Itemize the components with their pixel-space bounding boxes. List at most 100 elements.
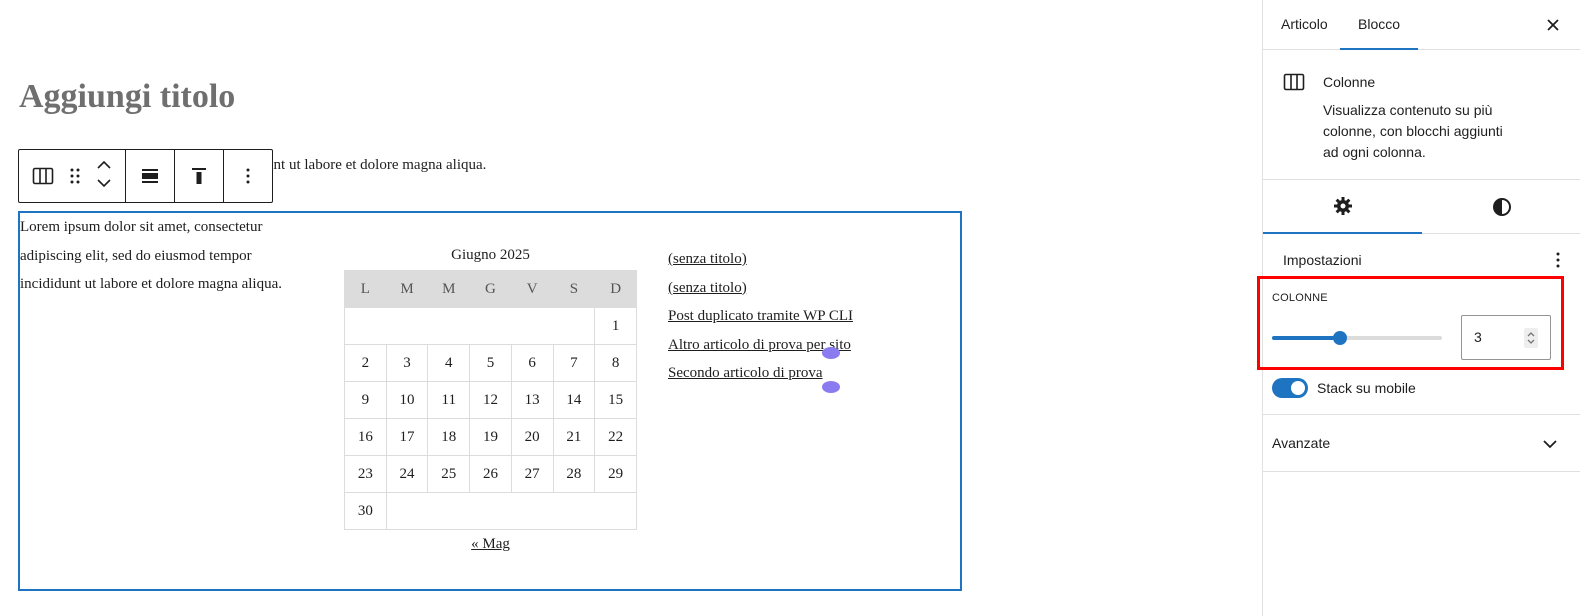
weekday-cell: V bbox=[510, 270, 554, 308]
block-mover bbox=[89, 154, 119, 198]
toolbar-group-align bbox=[126, 150, 175, 202]
toolbar-group-valign bbox=[175, 150, 224, 202]
settings-panel-header: Impostazioni bbox=[1263, 248, 1580, 276]
calendar-day-cell: 4 bbox=[427, 344, 471, 382]
columns-block[interactable]: Lorem ipsum dolor sit amet, consectetur … bbox=[18, 211, 962, 591]
calendar-day-cell: 13 bbox=[510, 381, 554, 419]
stack-on-mobile-row: Stack su mobile bbox=[1272, 377, 1416, 399]
calendar-day-cell: 18 bbox=[427, 418, 471, 456]
cursor-marker bbox=[822, 347, 840, 359]
tab-styles[interactable] bbox=[1422, 184, 1580, 234]
toggle-knob bbox=[1291, 381, 1305, 395]
calendar-day-cell: 24 bbox=[385, 455, 429, 493]
list-item: Post duplicato tramite WP CLI bbox=[668, 304, 853, 333]
calendar-widget: Giugno 2025 L M M G V S D 1 2 3 4 5 6 7 8 9 10 11 1… bbox=[344, 247, 637, 553]
calendar-day-cell bbox=[469, 492, 512, 530]
calendar-day-cell: 5 bbox=[469, 344, 512, 382]
calendar-day-cell: 21 bbox=[552, 418, 596, 456]
calendar-day-cell bbox=[594, 492, 637, 530]
columns-block-icon[interactable] bbox=[25, 154, 61, 198]
more-options-icon[interactable] bbox=[1555, 250, 1561, 275]
weekday-cell: S bbox=[552, 270, 596, 308]
calendar-day-cell: 16 bbox=[344, 418, 387, 456]
highlight-box bbox=[1257, 276, 1564, 370]
calendar-day-cell: 2 bbox=[344, 344, 387, 382]
move-down-icon[interactable] bbox=[96, 176, 112, 194]
tab-settings[interactable] bbox=[1263, 184, 1422, 234]
block-card: Colonne Visualizza contenuto su più colo… bbox=[1263, 50, 1580, 180]
close-icon[interactable] bbox=[1542, 14, 1564, 36]
calendar-day-cell: 7 bbox=[552, 344, 596, 382]
calendar-day-cell: 15 bbox=[594, 381, 637, 419]
drag-handle-icon[interactable] bbox=[61, 154, 89, 198]
stack-on-mobile-label: Stack su mobile bbox=[1317, 380, 1416, 396]
tab-articolo[interactable]: Articolo bbox=[1263, 0, 1346, 50]
calendar-caption: Giugno 2025 bbox=[451, 247, 530, 263]
gear-icon bbox=[1332, 195, 1354, 222]
advanced-label: Avanzate bbox=[1272, 435, 1331, 451]
toolbar-group-block bbox=[19, 150, 126, 202]
calendar-day-cell: 9 bbox=[344, 381, 387, 419]
weekday-cell: G bbox=[469, 270, 512, 308]
weekday-cell: D bbox=[594, 270, 637, 308]
calendar-day-cell: 14 bbox=[552, 381, 596, 419]
columns-block-icon bbox=[1283, 73, 1305, 96]
move-up-icon[interactable] bbox=[96, 158, 112, 176]
sidebar-tabs: Articolo Blocco bbox=[1263, 0, 1580, 50]
calendar-day-cell bbox=[427, 307, 470, 345]
calendar-day-cell bbox=[427, 492, 470, 530]
post-link[interactable]: Post duplicato tramite WP CLI bbox=[668, 308, 853, 324]
calendar-day-cell bbox=[469, 307, 512, 345]
advanced-panel-toggle[interactable]: Avanzate bbox=[1262, 414, 1580, 472]
calendar-day-cell: 10 bbox=[385, 381, 429, 419]
tab-blocco[interactable]: Blocco bbox=[1340, 0, 1419, 50]
post-title[interactable]: Aggiungi titolo bbox=[19, 78, 235, 116]
calendar-body: 1 2 3 4 5 6 7 8 9 10 11 12 13 14 15 16 17 18 19 20 21 22 23 24 2… bbox=[344, 307, 637, 530]
align-icon[interactable] bbox=[132, 154, 168, 198]
calendar-day-cell: 6 bbox=[510, 344, 554, 382]
calendar-day-cell: 3 bbox=[385, 344, 429, 382]
calendar-week-row: 23 24 25 26 27 28 29 bbox=[344, 455, 637, 493]
stack-on-mobile-toggle[interactable] bbox=[1272, 378, 1308, 398]
calendar-day-cell bbox=[553, 307, 595, 345]
column-1-paragraph[interactable]: Lorem ipsum dolor sit amet, consectetur … bbox=[20, 213, 310, 299]
editor-canvas: Aggiungi titolo scing elit, sed do eiusm… bbox=[0, 0, 1262, 616]
calendar-day-cell: 28 bbox=[552, 455, 596, 493]
calendar-day-cell: 17 bbox=[385, 418, 429, 456]
calendar-day-cell bbox=[511, 307, 554, 345]
calendar-day-cell: 29 bbox=[594, 455, 637, 493]
calendar-day-cell: 23 bbox=[344, 455, 387, 493]
calendar-day-cell: 30 bbox=[344, 492, 387, 530]
calendar-day-cell: 19 bbox=[469, 418, 512, 456]
calendar-week-row: 9 10 11 12 13 14 15 bbox=[344, 381, 637, 419]
calendar-day-cell: 20 bbox=[510, 418, 554, 456]
block-description: Visualizza contenuto su più colonne, con… bbox=[1323, 102, 1503, 160]
calendar-day-cell: 1 bbox=[594, 307, 637, 345]
calendar-week-row: 1 bbox=[344, 307, 637, 345]
calendar-day-cell: 11 bbox=[427, 381, 471, 419]
post-link[interactable]: (senza titolo) bbox=[668, 251, 747, 267]
calendar-day-cell: 27 bbox=[510, 455, 554, 493]
calendar-week-row: 30 bbox=[344, 492, 637, 530]
post-link[interactable]: Secondo articolo di prova bbox=[668, 365, 823, 381]
styles-icon bbox=[1491, 196, 1513, 223]
sidebar-subtabs bbox=[1263, 184, 1580, 234]
more-options-icon[interactable] bbox=[230, 154, 266, 198]
vertical-align-top-icon[interactable] bbox=[181, 154, 217, 198]
calendar-prev-link[interactable]: « Mag bbox=[471, 536, 510, 552]
toolbar-group-more bbox=[224, 150, 272, 202]
post-link[interactable]: (senza titolo) bbox=[668, 280, 747, 296]
calendar-weekday-row: L M M G V S D bbox=[344, 270, 637, 308]
list-item: (senza titolo) bbox=[668, 247, 853, 276]
recent-posts-list: (senza titolo) (senza titolo) Post dupli… bbox=[668, 247, 853, 390]
calendar-day-cell bbox=[344, 307, 387, 345]
calendar-day-cell: 8 bbox=[594, 344, 637, 382]
block-toolbar bbox=[18, 149, 273, 203]
calendar-week-row: 2345678 bbox=[344, 344, 637, 382]
calendar-day-cell: 12 bbox=[469, 381, 512, 419]
weekday-cell: M bbox=[427, 270, 471, 308]
calendar-day-cell: 22 bbox=[594, 418, 637, 456]
calendar-day-cell bbox=[386, 307, 428, 345]
weekday-cell: M bbox=[385, 270, 429, 308]
block-title: Colonne bbox=[1323, 74, 1376, 90]
